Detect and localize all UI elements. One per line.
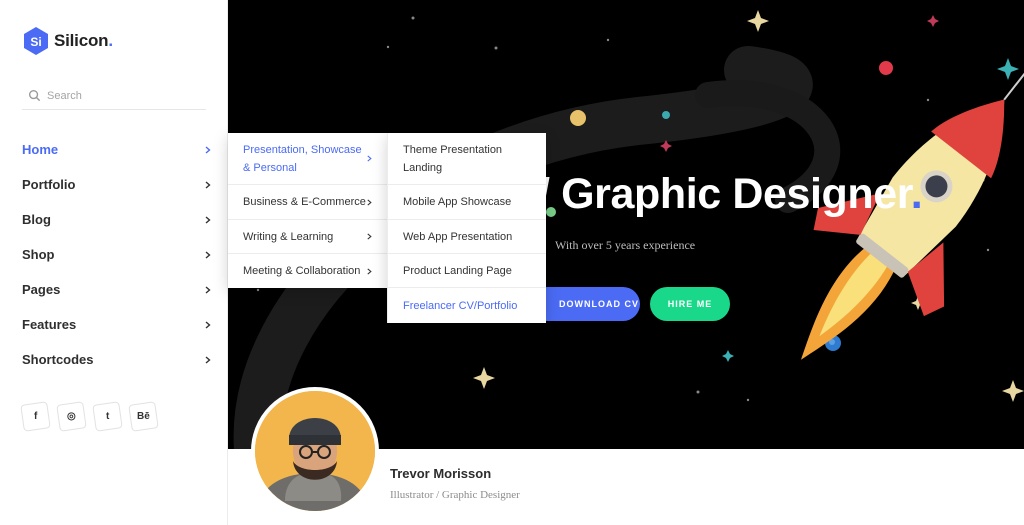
search-box[interactable] [22, 82, 206, 110]
logo-text: Silicon. [54, 31, 113, 50]
chevron-right-icon [205, 215, 211, 224]
sidebar-item-portfolio[interactable]: Portfolio [22, 167, 212, 202]
hero-subtitle: With over 5 years experience [555, 238, 696, 252]
avatar [251, 387, 379, 515]
sidebar-item-label: Pages [22, 282, 61, 297]
social-links: f ◎ t Bē [20, 401, 159, 432]
chevron-right-icon [205, 250, 211, 259]
chevron-right-icon [205, 320, 211, 329]
twitter-icon: t [105, 411, 110, 422]
page: Si Silicon. Home Portfolio Blog Shop Pag… [0, 0, 1024, 525]
menu-item-label: Presentation, Showcase & Personal [243, 143, 362, 174]
svg-text:Si: Si [30, 35, 41, 49]
menu-item-mobile-app[interactable]: Mobile App Showcase [388, 185, 546, 220]
logo[interactable]: Si Silicon. [22, 26, 113, 56]
profile-name: Trevor Morisson [390, 466, 492, 481]
sidebar-item-pages[interactable]: Pages [22, 272, 212, 307]
hero-title: / Graphic Designer. [538, 170, 923, 218]
menu-item-label: Meeting & Collaboration [243, 265, 361, 277]
sidebar-item-features[interactable]: Features [22, 307, 212, 342]
menu-item-web-app[interactable]: Web App Presentation [388, 220, 546, 254]
chevron-right-icon [367, 233, 372, 240]
menu-item-freelancer-cv[interactable]: Freelancer CV/Portfolio [388, 288, 546, 323]
dribbble-icon: ◎ [67, 411, 76, 423]
sidebar-item-label: Shortcodes [22, 352, 94, 367]
sidebar-item-home[interactable]: Home [22, 132, 212, 167]
profile-role: Illustrator / Graphic Designer [390, 489, 520, 501]
chevron-right-icon [205, 355, 211, 364]
chevron-right-icon [205, 285, 211, 294]
menu-item-label: Business & E-Commerce [243, 196, 366, 208]
menu-item-product-landing[interactable]: Product Landing Page [388, 254, 546, 288]
chevron-right-icon [367, 198, 372, 206]
dribbble-button[interactable]: ◎ [56, 401, 87, 432]
sidebar-item-label: Home [22, 142, 59, 157]
sidebar-item-label: Features [22, 317, 77, 332]
menu-item-label: Web App Presentation [403, 230, 513, 243]
logo-mark-icon: Si [24, 27, 48, 55]
search-icon [28, 89, 41, 102]
facebook-icon: f [33, 411, 38, 422]
search-input[interactable] [47, 89, 197, 102]
menu-item-label: Theme Presentation Landing [403, 143, 503, 174]
chevron-right-icon [205, 145, 211, 154]
sidebar-nav: Home Portfolio Blog Shop Pages Features … [22, 132, 212, 377]
sidebar-item-label: Shop [22, 247, 55, 262]
menu-item-label: Product Landing Page [403, 264, 512, 277]
menu-item-label: Mobile App Showcase [403, 196, 512, 208]
sidebar-item-label: Blog [22, 212, 51, 227]
chevron-right-icon [367, 267, 372, 275]
menu-item-business[interactable]: Business & E-Commerce [228, 185, 387, 220]
twitter-button[interactable]: t [92, 401, 123, 432]
menu-item-meeting[interactable]: Meeting & Collaboration [228, 254, 387, 288]
chevron-right-icon [205, 180, 211, 189]
sidebar-item-shop[interactable]: Shop [22, 237, 212, 272]
hire-me-button[interactable]: HIRE ME [650, 287, 730, 321]
chevron-right-icon [367, 155, 372, 162]
sidebar-item-shortcodes[interactable]: Shortcodes [22, 342, 212, 377]
menu-item-label: Freelancer CV/Portfolio [403, 299, 518, 312]
facebook-button[interactable]: f [20, 401, 51, 432]
behance-button[interactable]: Bē [128, 401, 159, 432]
dropdown-menu-level-1: Presentation, Showcase & Personal Busine… [228, 133, 387, 288]
menu-item-writing[interactable]: Writing & Learning [228, 220, 387, 254]
menu-item-theme-presentation[interactable]: Theme Presentation Landing [388, 133, 546, 185]
menu-item-label: Writing & Learning [243, 230, 334, 243]
behance-icon: Bē [137, 411, 150, 423]
planet-icon [570, 110, 586, 126]
download-cv-button[interactable]: DOWNLOAD CV [530, 287, 640, 321]
sidebar: Si Silicon. Home Portfolio Blog Shop Pag… [0, 0, 228, 525]
menu-item-presentation[interactable]: Presentation, Showcase & Personal [228, 133, 387, 185]
dropdown-menu-level-2: Theme Presentation Landing Mobile App Sh… [387, 133, 546, 323]
sidebar-item-label: Portfolio [22, 177, 76, 192]
sidebar-item-blog[interactable]: Blog [22, 202, 212, 237]
